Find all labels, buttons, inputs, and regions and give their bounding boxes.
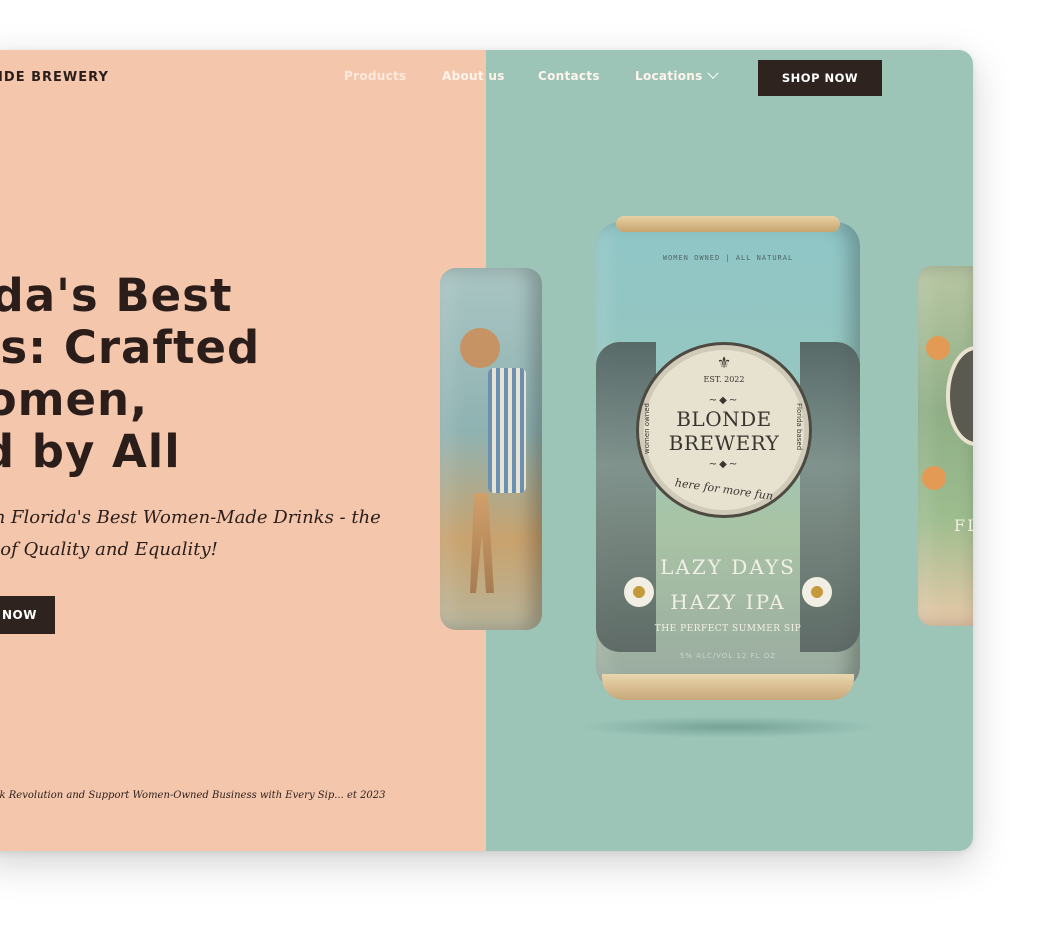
fleur-icon: ⚜ xyxy=(716,353,732,372)
can-shadow xyxy=(576,716,880,738)
hero-shop-now-button[interactable]: NOW xyxy=(0,596,55,634)
can-side-text-right: Florida based xyxy=(795,403,803,451)
ornament-divider: ~◆~ xyxy=(708,459,740,470)
chevron-down-icon xyxy=(706,67,719,79)
can-side-text-left: women owned xyxy=(643,403,651,454)
headline-line: ved by All xyxy=(0,425,181,478)
can-left-image xyxy=(440,268,542,630)
nav-locations[interactable]: Locations xyxy=(635,67,719,83)
can-est: EST. 2022 xyxy=(703,375,745,384)
nav-about-us[interactable]: About us xyxy=(442,69,505,83)
can-brand-line: BREWERY xyxy=(668,431,780,455)
can-beer-style: HAZY IPA xyxy=(670,590,786,614)
can-right-text: FL xyxy=(954,516,973,535)
header-shop-now-button[interactable]: SHOP NOW xyxy=(758,60,882,96)
orange-icon xyxy=(926,336,950,360)
hero-left-panel: ONDE BREWERY orida's Best inks: Crafted … xyxy=(0,50,486,851)
headline-line: Women, xyxy=(0,373,149,426)
can-beer-name: LAZY DAYS xyxy=(660,555,796,579)
can-right-badge xyxy=(946,346,973,446)
can-illustration-head xyxy=(460,328,500,368)
browser-window: ONDE BREWERY orida's Best inks: Crafted … xyxy=(0,50,973,851)
can-top-text: WOMEN OWNED | ALL NATURAL xyxy=(662,254,794,262)
can-abv: 5% ALC/VOL 12 FL OZ xyxy=(679,652,777,660)
can-brand-line: BLONDE xyxy=(676,407,772,431)
nav-contacts[interactable]: Contacts xyxy=(538,69,600,83)
nav-products[interactable]: Products xyxy=(344,69,406,83)
can-brand-name: BLONDE BREWERY xyxy=(639,407,809,455)
can-illustration-dress xyxy=(488,368,526,493)
can-tagline: here for more fun xyxy=(674,476,774,503)
orange-icon xyxy=(922,466,946,490)
nav-locations-label: Locations xyxy=(635,69,703,83)
can-rim-bottom xyxy=(602,674,854,700)
can-rim-top xyxy=(616,216,840,232)
can-main-image: WOMEN OWNED | ALL NATURAL ⚜ EST. 2022 ~◆… xyxy=(576,216,880,738)
brand-logo[interactable]: ONDE BREWERY xyxy=(0,70,109,85)
ornament-divider: ~◆~ xyxy=(708,395,740,406)
hero-headline: orida's Best inks: Crafted Women, ved by… xyxy=(0,270,480,478)
subhead-line: ed on Florida's Best Women-Made Drinks -… xyxy=(0,507,381,528)
subhead-line: lend of Quality and Equality! xyxy=(0,539,218,560)
can-badge: ⚜ EST. 2022 ~◆~ BLONDE BREWERY ~◆~ women… xyxy=(636,342,812,518)
can-beer-description: THE PERFECT SUMMER SIP xyxy=(654,624,802,634)
headline-line: orida's Best xyxy=(0,269,233,322)
can-illustration-legs xyxy=(470,493,494,593)
can-right-image: FL xyxy=(918,266,973,626)
hero-subheadline: ed on Florida's Best Women-Made Drinks -… xyxy=(0,502,495,566)
headline-line: inks: Crafted xyxy=(0,321,261,374)
hero-footnote: e Drink Revolution and Support Women-Own… xyxy=(0,790,386,801)
